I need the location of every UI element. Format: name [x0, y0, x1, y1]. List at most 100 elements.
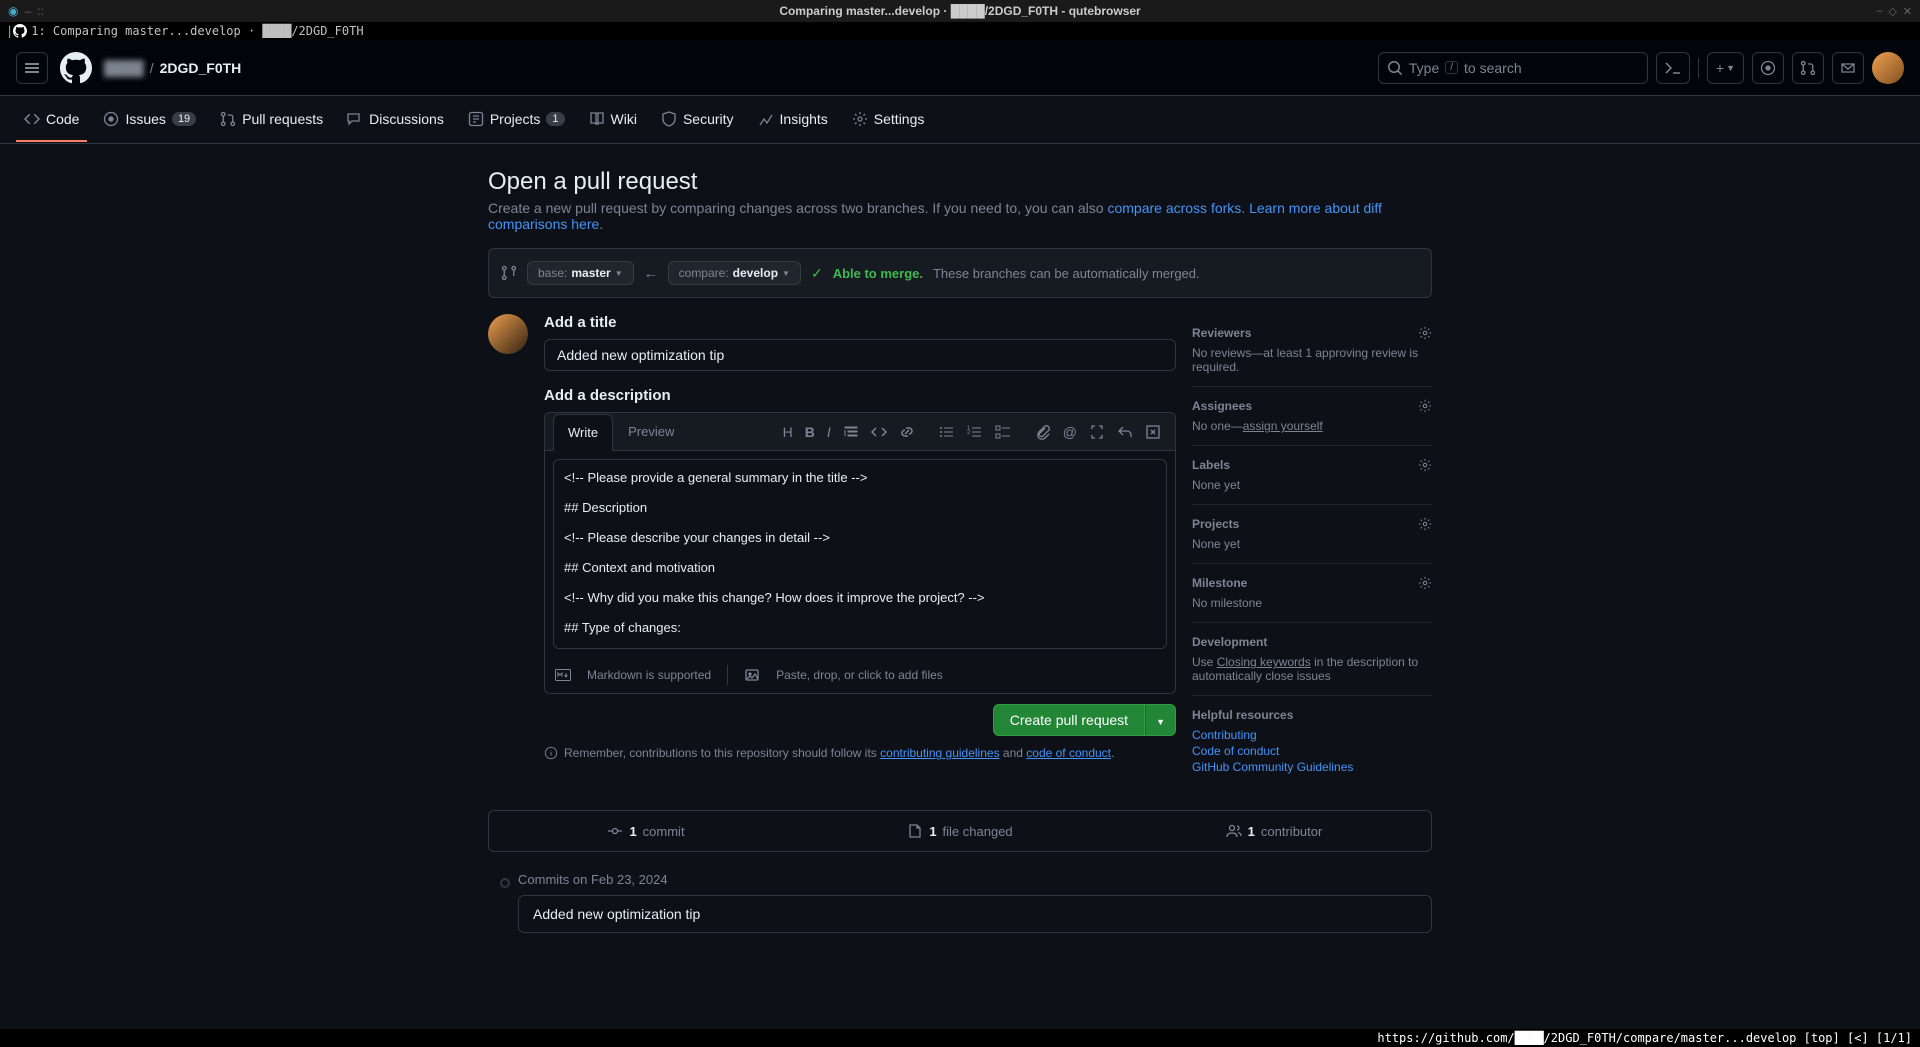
- base-branch-select[interactable]: base: master ▼: [527, 261, 634, 285]
- preview-tab[interactable]: Preview: [613, 413, 689, 450]
- search-input[interactable]: Type / to search: [1378, 52, 1648, 84]
- description-label: Add a description: [544, 387, 1176, 404]
- gear-icon[interactable]: [1418, 399, 1432, 413]
- tab-settings[interactable]: Settings: [844, 98, 933, 142]
- tab-pull-requests[interactable]: Pull requests: [212, 98, 331, 142]
- user-avatar[interactable]: [1872, 52, 1904, 84]
- pr-stats: 1 commit 1 file changed 1 contributor: [488, 810, 1432, 852]
- projects-icon: [468, 111, 484, 127]
- tasklist-icon[interactable]: [989, 420, 1017, 444]
- github-logo[interactable]: [60, 52, 92, 84]
- tab-insights[interactable]: Insights: [750, 98, 836, 142]
- tab-security[interactable]: Security: [653, 98, 742, 142]
- command-palette-button[interactable]: [1656, 52, 1690, 84]
- tab-code[interactable]: Code: [16, 98, 87, 142]
- breadcrumb-owner[interactable]: ████: [104, 60, 144, 76]
- fullscreen-icon[interactable]: [1139, 420, 1167, 444]
- browser-statusbar: https://github.com/████/2DGD_F0TH/compar…: [0, 1029, 1920, 1047]
- stat-contributors[interactable]: 1 contributor: [1117, 811, 1431, 851]
- search-placeholder: Type: [1409, 60, 1439, 76]
- compare-bar: base: master ▼ ← compare: develop ▼ ✓ Ab…: [488, 248, 1432, 298]
- reviewers-body: No reviews—at least 1 approving review i…: [1192, 346, 1432, 374]
- commit-icon: [607, 823, 623, 839]
- list-ol-icon[interactable]: 12: [961, 420, 989, 444]
- gear-icon[interactable]: [1418, 326, 1432, 340]
- reply-icon[interactable]: [1111, 420, 1139, 444]
- gear-icon[interactable]: [1418, 458, 1432, 472]
- mention-icon[interactable]: @: [1057, 420, 1083, 444]
- merge-status: Able to merge.: [833, 266, 923, 281]
- write-tab[interactable]: Write: [553, 414, 613, 451]
- chevron-down-icon: ▼: [615, 269, 623, 278]
- reviewers-heading[interactable]: Reviewers: [1192, 326, 1251, 340]
- tab-wiki[interactable]: Wiki: [581, 98, 645, 142]
- compare-forks-link[interactable]: compare across forks: [1107, 200, 1241, 216]
- labels-heading[interactable]: Labels: [1192, 458, 1230, 472]
- create-new-button[interactable]: + ▼: [1707, 52, 1744, 84]
- list-ul-icon[interactable]: [933, 420, 961, 444]
- tab-projects[interactable]: Projects 1: [460, 98, 573, 142]
- minimize-icon[interactable]: –: [1876, 5, 1882, 18]
- quote-icon[interactable]: [837, 420, 865, 444]
- stat-files[interactable]: 1 file changed: [803, 811, 1117, 851]
- tab-label[interactable]: 1: Comparing master...develop · ████/2DG…: [31, 24, 363, 38]
- image-icon: [744, 667, 760, 683]
- tab-discussions[interactable]: Discussions: [339, 98, 452, 142]
- markdown-support-text[interactable]: Markdown is supported: [587, 668, 711, 682]
- help-coc[interactable]: Code of conduct: [1192, 744, 1432, 758]
- create-pr-button[interactable]: Create pull request: [993, 704, 1145, 736]
- breadcrumb-repo[interactable]: 2DGD_F0TH: [160, 60, 242, 76]
- bold-icon[interactable]: B: [799, 420, 821, 444]
- development-heading: Development: [1192, 635, 1267, 649]
- info-icon: [544, 746, 558, 760]
- window-titlebar: ◉ – :: Comparing master...develop · ████…: [0, 0, 1920, 22]
- create-pr-dropdown[interactable]: ▼: [1145, 704, 1176, 736]
- gear-icon[interactable]: [1418, 517, 1432, 531]
- reference-icon[interactable]: [1083, 420, 1111, 444]
- github-icon: [13, 24, 27, 38]
- development-body: Use Closing keywords in the description …: [1192, 655, 1432, 683]
- titlebar-dots: ::: [37, 4, 44, 18]
- description-textarea[interactable]: <!-- Please provide a general summary in…: [553, 459, 1167, 649]
- issues-button[interactable]: [1752, 52, 1784, 84]
- commit-item[interactable]: Added new optimization tip: [518, 895, 1432, 933]
- heading-icon[interactable]: H: [777, 420, 799, 444]
- assignees-heading[interactable]: Assignees: [1192, 399, 1252, 413]
- merge-text: These branches can be automatically merg…: [933, 266, 1200, 281]
- closing-keywords-link[interactable]: Closing keywords: [1217, 655, 1311, 669]
- tab-issues[interactable]: Issues 19: [95, 98, 204, 142]
- contributing-link[interactable]: contributing guidelines: [880, 746, 999, 760]
- help-contributing[interactable]: Contributing: [1192, 728, 1432, 742]
- italic-icon[interactable]: I: [821, 420, 837, 444]
- plus-icon: +: [1716, 60, 1724, 76]
- description-editor: Write Preview H B I 12: [544, 412, 1176, 694]
- milestone-heading[interactable]: Milestone: [1192, 576, 1247, 590]
- window-title: Comparing master...develop · ████/2DGD_F…: [44, 4, 1876, 18]
- gear-icon[interactable]: [1418, 576, 1432, 590]
- attach-icon[interactable]: [1029, 420, 1057, 444]
- check-icon: ✓: [811, 265, 823, 282]
- link-icon[interactable]: [893, 420, 921, 444]
- coc-link[interactable]: code of conduct: [1026, 746, 1111, 760]
- pull-requests-button[interactable]: [1792, 52, 1824, 84]
- breadcrumb: ████ / 2DGD_F0TH: [104, 60, 241, 76]
- projects-heading[interactable]: Projects: [1192, 517, 1239, 531]
- hamburger-menu[interactable]: [16, 52, 48, 84]
- code-icon[interactable]: [865, 420, 893, 444]
- help-heading: Helpful resources: [1192, 708, 1293, 722]
- help-community[interactable]: GitHub Community Guidelines: [1192, 760, 1432, 774]
- close-icon[interactable]: ✕: [1903, 5, 1912, 18]
- contribution-note: Remember, contributions to this reposito…: [544, 746, 1176, 760]
- title-input[interactable]: [544, 339, 1176, 371]
- notifications-button[interactable]: [1832, 52, 1864, 84]
- stat-commits[interactable]: 1 commit: [489, 811, 803, 851]
- settings-icon: [852, 111, 868, 127]
- code-icon: [24, 111, 40, 127]
- titlebar-dash: –: [24, 4, 31, 18]
- paste-hint[interactable]: Paste, drop, or click to add files: [776, 668, 943, 682]
- assignees-body: No one—assign yourself: [1192, 419, 1432, 433]
- compare-branch-select[interactable]: compare: develop ▼: [668, 261, 801, 285]
- divider: [1698, 58, 1699, 78]
- maximize-icon[interactable]: ◇: [1888, 5, 1896, 18]
- assign-yourself-link[interactable]: assign yourself: [1243, 419, 1323, 433]
